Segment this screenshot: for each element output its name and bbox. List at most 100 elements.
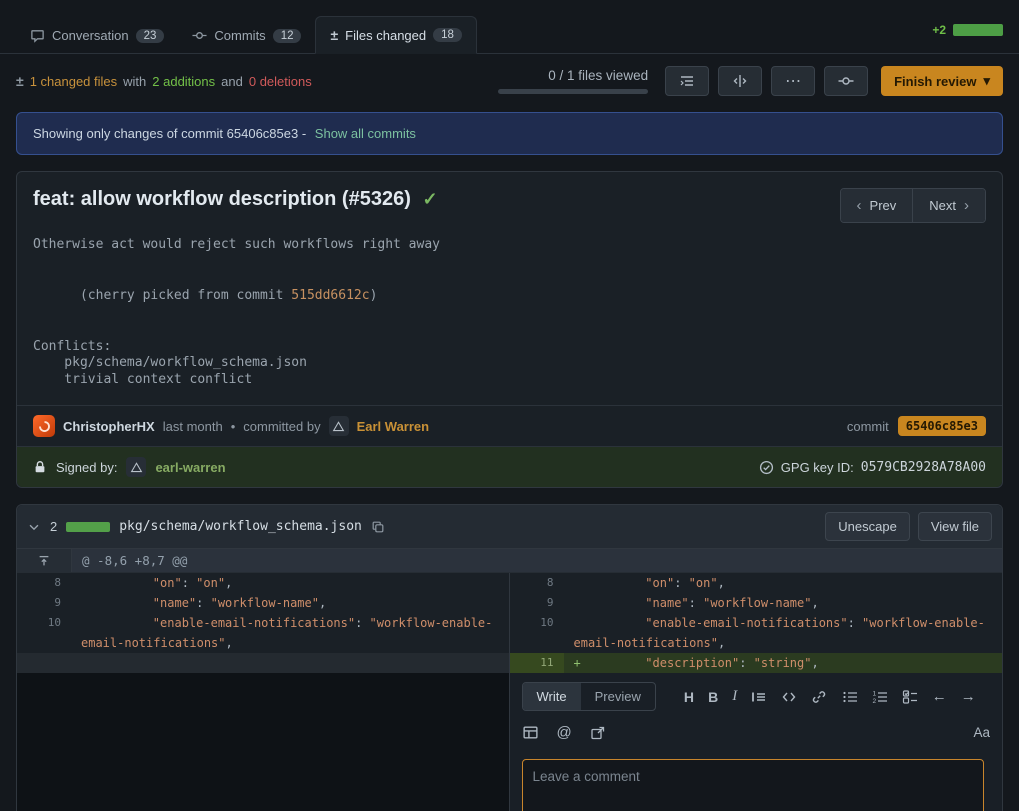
ordered-list-icon[interactable]: 12 xyxy=(872,689,888,705)
tab-files-label: Files changed xyxy=(345,28,426,43)
gpg-info: GPG key ID: 0579CB2928A78A00 xyxy=(759,460,986,475)
editor-tabs: Write Preview xyxy=(522,682,656,711)
line-number-old[interactable]: 8 xyxy=(17,573,71,593)
prev-commit-button[interactable]: ‹ Prev xyxy=(841,189,913,222)
commit-nav: ‹ Prev Next › xyxy=(840,188,986,223)
diff-view-toggle-button[interactable] xyxy=(718,66,762,96)
changed-files-link[interactable]: 1 changed files xyxy=(30,74,117,89)
signer-name-link[interactable]: earl-warren xyxy=(155,460,225,475)
author-name-link[interactable]: ChristopherHX xyxy=(63,419,155,434)
toolbar-actions: 0 / 1 files viewed ⋯ Finish review ▾ xyxy=(498,66,1003,96)
diff-icon: ± xyxy=(330,27,338,43)
next-label: Next xyxy=(929,198,956,213)
unordered-list-icon[interactable] xyxy=(842,689,858,705)
diffstat-bar xyxy=(953,24,1003,36)
editor-toolbar: Write Preview H B I xyxy=(522,682,991,711)
tab-preview[interactable]: Preview xyxy=(581,683,655,710)
tab-conversation-label: Conversation xyxy=(52,28,129,43)
diff-summary: ± 1 changed files with 2 additions and 0… xyxy=(16,73,312,89)
commit-time: last month xyxy=(163,419,223,434)
author-avatar[interactable] xyxy=(33,415,55,437)
comment-editor: Write Preview H B I xyxy=(510,673,1003,811)
tab-conversation[interactable]: Conversation 23 xyxy=(16,18,178,53)
file-tree-toggle-button[interactable] xyxy=(665,66,709,96)
commit-header: feat: allow workflow description (#5326)… xyxy=(17,172,1002,231)
line-code: "name": "workflow-name", xyxy=(564,593,1003,613)
commit-panel: feat: allow workflow description (#5326)… xyxy=(16,171,1003,488)
heading-icon[interactable]: H xyxy=(684,689,694,705)
commits-count-badge: 12 xyxy=(273,29,302,43)
inline-comment-row: Write Preview H B I xyxy=(16,673,1003,811)
tab-commits[interactable]: Commits 12 xyxy=(178,18,315,53)
diff-pane-old: 8 "on": "on", 9 "name": "workflow-name",… xyxy=(17,573,510,673)
line-number-old[interactable]: 10 xyxy=(17,613,71,653)
tab-files-changed[interactable]: ± Files changed 18 xyxy=(315,16,476,54)
committer-avatar[interactable] xyxy=(329,416,349,436)
next-commit-button[interactable]: Next › xyxy=(912,189,985,222)
comment-textarea[interactable] xyxy=(522,759,985,811)
undo-icon[interactable]: ← xyxy=(932,688,947,705)
finish-review-button[interactable]: Finish review ▾ xyxy=(881,66,1003,96)
tab-commits-label: Commits xyxy=(214,28,265,43)
code-text: "name": "workflow-name", xyxy=(588,596,819,610)
view-file-button[interactable]: View file xyxy=(918,512,992,541)
reference-icon[interactable] xyxy=(590,725,606,741)
svg-text:2: 2 xyxy=(872,698,876,705)
diff-row-new: 8 "on": "on", xyxy=(510,573,1003,593)
font-toggle-button[interactable]: Aa xyxy=(973,725,990,740)
redo-icon[interactable]: → xyxy=(961,688,976,705)
bold-icon[interactable]: B xyxy=(708,689,718,705)
conversation-icon xyxy=(30,28,45,43)
collapse-file-chevron-icon[interactable] xyxy=(27,520,41,534)
conversation-count-badge: 23 xyxy=(136,29,165,43)
editor-insert-icons: @ Aa xyxy=(522,724,991,741)
deletions-count: 0 deletions xyxy=(249,74,312,89)
commit-title: feat: allow workflow description (#5326) xyxy=(33,188,411,210)
commit-body-line: Otherwise act would reject such workflow… xyxy=(33,237,986,254)
dot-separator: • xyxy=(231,419,236,434)
mention-icon[interactable]: @ xyxy=(557,724,572,741)
pr-diffstat: +2 xyxy=(932,23,1003,53)
expand-hunk-button[interactable] xyxy=(17,549,72,572)
quote-icon[interactable] xyxy=(751,689,767,705)
code-icon[interactable] xyxy=(781,689,797,705)
unescape-button[interactable]: Unescape xyxy=(825,512,910,541)
code-text: "on": "on", xyxy=(95,576,232,590)
line-number-new[interactable]: 9 xyxy=(510,593,564,613)
diff-row-added: 11 + "description": "string", xyxy=(510,653,1003,673)
commit-filter-banner: Showing only changes of commit 65406c85e… xyxy=(16,112,1003,155)
commit-sha-block: commit 65406c85e3 xyxy=(847,416,986,436)
summary-text: with xyxy=(123,74,146,89)
empty-line-placeholder xyxy=(17,653,509,673)
commit-icon xyxy=(192,28,207,43)
conflicts-label: Conflicts: xyxy=(33,339,986,356)
diff-row-old: 8 "on": "on", xyxy=(17,573,509,593)
copy-path-icon[interactable] xyxy=(371,520,385,534)
line-code: "on": "on", xyxy=(71,573,509,593)
link-icon[interactable] xyxy=(811,689,827,705)
editor-format-icons: H B I 12 xyxy=(670,688,990,705)
cherry-pick-sha-link[interactable]: 515dd6612c xyxy=(291,288,369,303)
more-options-button[interactable]: ⋯ xyxy=(771,66,815,96)
diff-row-new: 10 "enable-email-notifications": "workfl… xyxy=(510,613,1003,653)
table-icon[interactable] xyxy=(522,724,539,741)
comment-row-spacer xyxy=(17,673,510,811)
banner-text: Showing only changes of commit 65406c85e… xyxy=(33,126,306,141)
italic-icon[interactable]: I xyxy=(732,688,737,705)
code-text: "name": "workflow-name", xyxy=(95,596,326,610)
commit-select-button[interactable] xyxy=(824,66,868,96)
signer-avatar[interactable] xyxy=(126,457,146,477)
committer-name-link[interactable]: Earl Warren xyxy=(357,419,430,434)
files-count-badge: 18 xyxy=(433,28,462,42)
svg-text:1: 1 xyxy=(872,690,876,697)
line-number-new[interactable]: 10 xyxy=(510,613,564,653)
task-list-icon[interactable] xyxy=(902,689,918,705)
line-number-old[interactable]: 9 xyxy=(17,593,71,613)
finish-review-label: Finish review xyxy=(894,74,976,89)
show-all-commits-link[interactable]: Show all commits xyxy=(315,126,416,141)
file-name: pkg/schema/workflow_schema.json xyxy=(119,519,362,534)
line-number-new[interactable]: 8 xyxy=(510,573,564,593)
tab-write[interactable]: Write xyxy=(523,683,581,710)
commit-sha-link[interactable]: 65406c85e3 xyxy=(898,416,986,436)
line-number-new[interactable]: 11 xyxy=(510,653,564,673)
